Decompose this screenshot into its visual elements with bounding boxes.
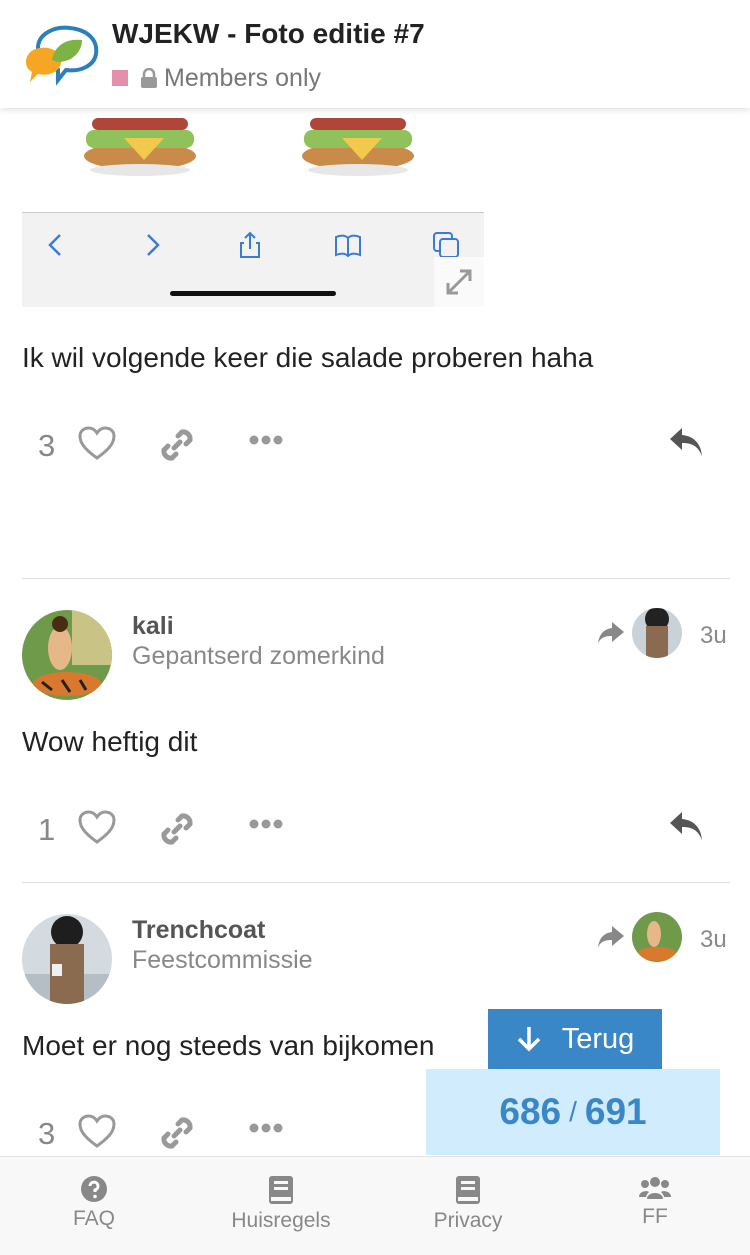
progress-separator: /	[569, 1096, 577, 1127]
back-button-label: Terug	[561, 1022, 635, 1055]
category-badge[interactable]: Members only	[112, 62, 321, 94]
post-date[interactable]: 3u	[700, 926, 727, 954]
topic-title[interactable]: WJEKW - Foto editie #7	[112, 18, 425, 50]
more-options-icon[interactable]	[248, 434, 284, 446]
footer-item-privacy[interactable]: Privacy	[388, 1175, 548, 1233]
username[interactable]: kali	[132, 612, 174, 641]
avatar[interactable]	[22, 914, 112, 1004]
footer-label: FAQ	[72, 1207, 115, 1230]
post-body: Ik wil volgende keer die salade proberen…	[22, 342, 594, 373]
link-icon[interactable]	[158, 1114, 196, 1152]
footer-item-ff[interactable]: FF	[575, 1175, 735, 1229]
footer-label: Huisregels	[231, 1209, 331, 1232]
share-arrow-icon	[598, 926, 624, 948]
footer-item-faq[interactable]: FAQ	[14, 1175, 174, 1231]
post-image-burgers[interactable]	[22, 108, 484, 212]
reply-to-indicator[interactable]	[596, 912, 686, 962]
post-divider	[22, 578, 730, 579]
share-icon	[240, 231, 260, 258]
heart-icon[interactable]	[78, 1114, 116, 1150]
more-options-icon[interactable]	[248, 818, 284, 830]
post-image-browser-toolbar	[22, 212, 484, 307]
footer-item-huisregels[interactable]: Huisregels	[201, 1175, 361, 1233]
bookmarks-icon	[335, 234, 361, 258]
question-circle-icon	[81, 1176, 107, 1202]
post-body: Wow heftig dit	[22, 726, 198, 757]
like-count[interactable]: 1	[38, 812, 55, 848]
users-icon	[639, 1177, 671, 1199]
back-button[interactable]: Terug	[488, 1009, 662, 1069]
category-color-swatch	[112, 70, 128, 86]
topic-header: WJEKW - Foto editie #7 Members only	[0, 0, 750, 108]
username[interactable]: Trenchcoat	[132, 916, 265, 945]
site-logo[interactable]	[24, 20, 100, 86]
post-divider	[22, 882, 730, 883]
footer-nav: FAQ Huisregels Privacy FF	[0, 1156, 750, 1255]
lock-icon	[141, 68, 157, 88]
heart-icon[interactable]	[78, 810, 116, 846]
post-actions: 3	[22, 420, 728, 472]
footer-label: Privacy	[433, 1209, 503, 1232]
heart-icon[interactable]	[78, 426, 116, 462]
post-progress-indicator[interactable]: 686 / 691	[426, 1069, 720, 1155]
user-title: Gepantserd zomerkind	[132, 642, 385, 670]
home-indicator	[170, 291, 336, 296]
post-body: Moet er nog steeds van bijkomen	[22, 1030, 435, 1061]
share-arrow-icon	[598, 622, 624, 644]
expand-icon	[446, 269, 472, 295]
chevron-left-icon	[48, 234, 61, 256]
category-label: Members only	[164, 63, 321, 92]
post-date[interactable]: 3u	[700, 622, 727, 650]
reply-to-avatar	[632, 608, 682, 658]
burger-image	[84, 118, 196, 176]
footer-label: FF	[642, 1205, 668, 1228]
tabs-icon	[433, 232, 459, 258]
reply-to-avatar	[632, 912, 682, 962]
more-options-icon[interactable]	[248, 1122, 284, 1134]
link-icon[interactable]	[158, 810, 196, 848]
post-actions: 1	[22, 804, 728, 856]
current-post-number: 686	[499, 1091, 562, 1132]
chevron-right-icon	[147, 234, 160, 256]
total-post-count: 691	[584, 1091, 647, 1132]
expand-image-button[interactable]	[434, 257, 484, 307]
book-icon	[456, 1176, 480, 1204]
user-avatar-image	[22, 914, 112, 1004]
like-count[interactable]: 3	[38, 1116, 55, 1152]
user-title: Feestcommissie	[132, 946, 313, 974]
avatar[interactable]	[22, 610, 112, 700]
arrow-down-icon	[517, 1027, 540, 1052]
user-avatar-image	[22, 610, 112, 700]
burger-image	[302, 118, 414, 176]
book-icon	[269, 1176, 293, 1204]
reply-icon[interactable]	[668, 426, 704, 460]
like-count[interactable]: 3	[38, 428, 55, 464]
reply-to-indicator[interactable]	[596, 608, 686, 658]
reply-icon[interactable]	[668, 810, 704, 844]
link-icon[interactable]	[158, 426, 196, 464]
